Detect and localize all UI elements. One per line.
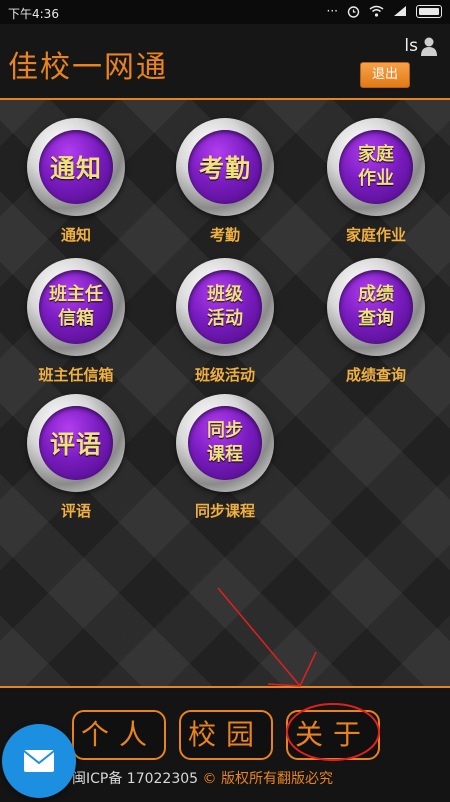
mail-icon xyxy=(23,750,55,772)
mail-fab-button[interactable] xyxy=(2,724,76,798)
annotation-circle xyxy=(286,703,380,761)
annotation-arrow-line xyxy=(217,587,301,687)
annotation-overlay xyxy=(217,587,380,761)
